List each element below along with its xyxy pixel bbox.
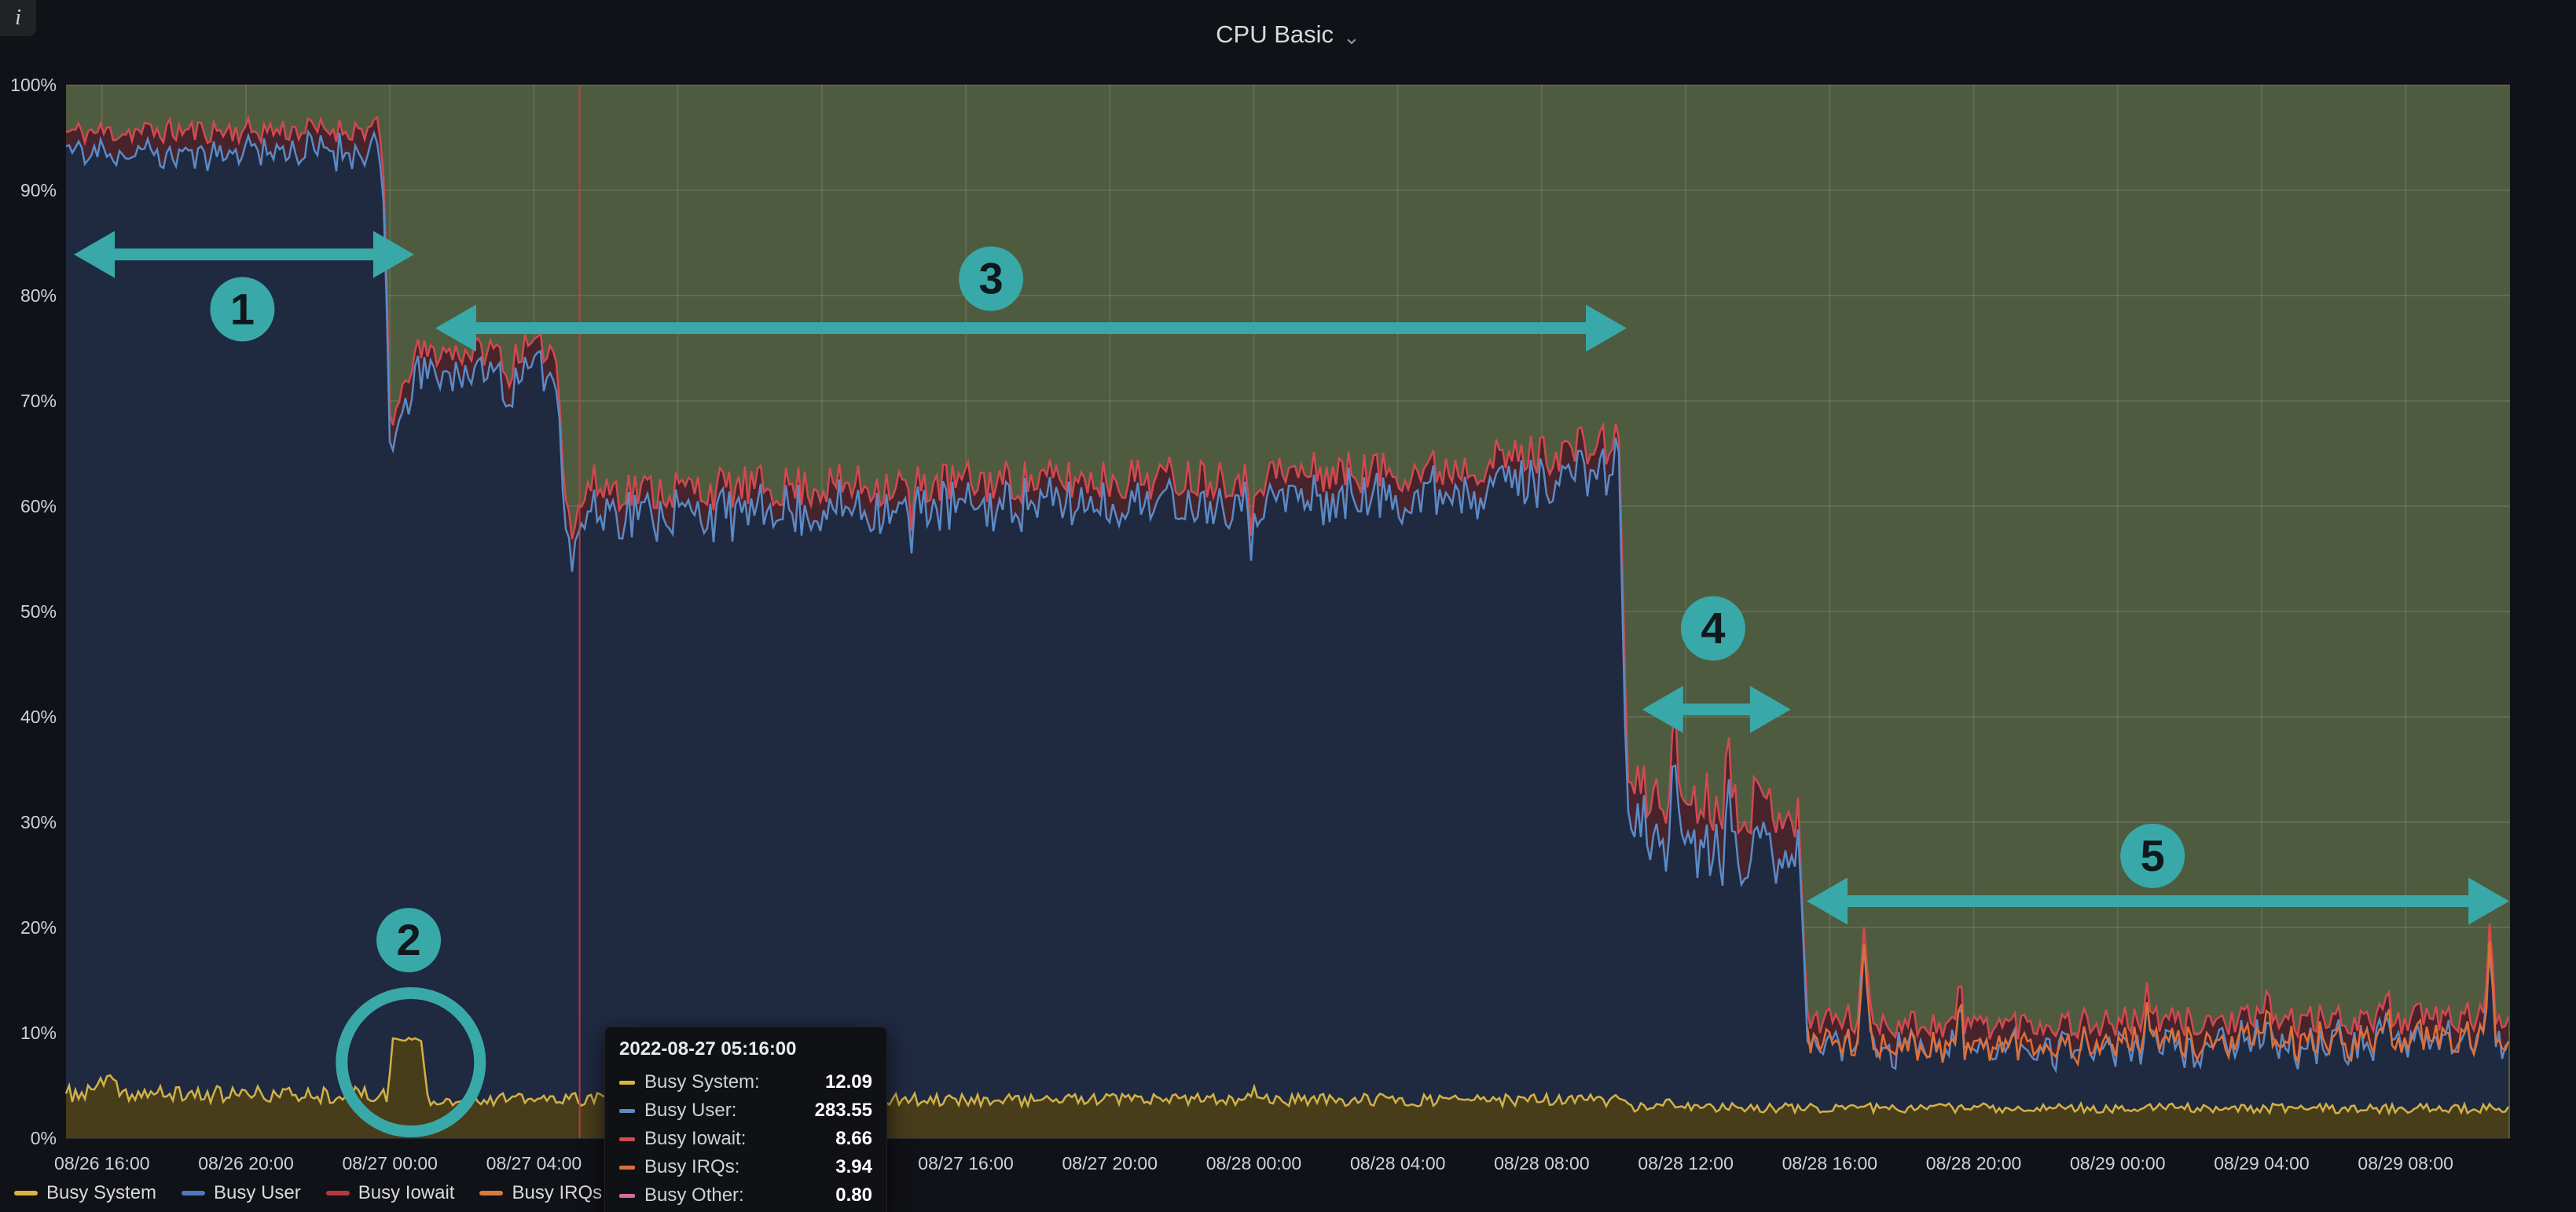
x-axis-label: 08/29 04:00 (2214, 1153, 2310, 1173)
callout-badge-number: 2 (396, 915, 420, 964)
panel-title[interactable]: CPU Basic ⌄ (1216, 20, 1360, 50)
tooltip-series-value: 12.09 (825, 1071, 872, 1093)
x-axis-label: 08/26 16:00 (54, 1153, 150, 1173)
legend-item-busy-system[interactable]: Busy System (14, 1182, 156, 1204)
x-axis-label: 08/27 04:00 (486, 1153, 582, 1173)
tooltip-series-label: Busy Other: (644, 1184, 744, 1206)
y-axis-label: 40% (20, 707, 57, 727)
y-axis-label: 10% (20, 1023, 57, 1043)
y-axis-label: 60% (20, 496, 57, 516)
legend-item-busy-iowait[interactable]: Busy Iowait (326, 1182, 455, 1204)
legend-item-busy-irqs[interactable]: Busy IRQs (479, 1182, 602, 1204)
tooltip-series-label: Busy User: (644, 1100, 736, 1122)
y-axis-label: 30% (20, 812, 57, 832)
y-axis-label: 90% (20, 180, 57, 200)
x-axis-label: 08/29 08:00 (2358, 1153, 2453, 1173)
y-axis-label: 80% (20, 285, 57, 306)
callout-badge-number: 4 (1701, 603, 1725, 652)
x-axis-label: 08/28 00:00 (1206, 1153, 1302, 1173)
legend-label: Busy User (214, 1182, 301, 1204)
tooltip-series-label: Busy IRQs: (644, 1156, 739, 1178)
x-axis-label: 08/28 20:00 (1926, 1153, 2022, 1173)
tooltip-rows: Busy System: 12.09 Busy User: 283.55 Busy Io… (619, 1068, 872, 1210)
series-color-dash-icon (619, 1081, 635, 1085)
tooltip-series-value: 8.66 (835, 1128, 872, 1150)
tooltip-row: Busy User: 283.55 (619, 1096, 872, 1125)
series-color-dash-icon (619, 1109, 635, 1113)
x-axis-label: 08/28 16:00 (1782, 1153, 1878, 1173)
x-axis-label: 08/27 00:00 (342, 1153, 438, 1173)
tooltip-series-value: 283.55 (815, 1100, 872, 1122)
tooltip-series-label: Busy System: (644, 1071, 760, 1093)
legend-item-busy-user[interactable]: Busy User (182, 1182, 301, 1204)
y-axis-label: 70% (20, 391, 57, 411)
panel-header: CPU Basic ⌄ (0, 0, 2576, 69)
x-axis-label: 08/27 16:00 (918, 1153, 1014, 1173)
legend-label: Busy System (46, 1182, 156, 1204)
callout-badge-number: 1 (230, 284, 255, 333)
tooltip-series-value: 0.80 (835, 1184, 872, 1206)
cpu-usage-chart[interactable]: 0% 10% 20% 30% 40% 50% 60% 70% 80% 90% 100% 08/26 1… (0, 0, 2576, 1212)
x-axis-label: 08/26 20:00 (198, 1153, 294, 1173)
chart-legend: Busy System Busy User Busy Iowait Busy IRQs (14, 1182, 602, 1204)
x-axis-label: 08/28 08:00 (1494, 1153, 1590, 1173)
y-axis-label: 0% (31, 1128, 57, 1148)
tooltip-row: Busy IRQs: 3.94 (619, 1153, 872, 1181)
legend-swatch-icon (326, 1191, 350, 1195)
chart-tooltip: 2022-08-27 05:16:00 Busy System:12.09Bus… (604, 1027, 887, 1212)
tooltip-row: Busy System: 12.09 (619, 1068, 872, 1096)
legend-swatch-icon (14, 1191, 38, 1195)
legend-swatch-icon (182, 1191, 205, 1195)
callout-badge-number: 3 (979, 254, 1004, 303)
legend-label: Busy IRQs (512, 1182, 602, 1204)
x-axis-label: 08/28 12:00 (1638, 1153, 1734, 1173)
panel-title-text: CPU Basic (1216, 20, 1334, 49)
y-axis-label: 50% (20, 601, 57, 622)
grafana-cpu-panel: i CPU Basic ⌄ 0% 10% 20% 30% 40% 50% 60% 70% 80%… (0, 0, 2576, 1212)
tooltip-row: Busy Other: 0.80 (619, 1181, 872, 1210)
series-color-dash-icon (619, 1166, 635, 1170)
series-color-dash-icon (619, 1194, 635, 1198)
callout-badge-number: 5 (2141, 831, 2165, 880)
tooltip-row: Busy Iowait: 8.66 (619, 1125, 872, 1153)
tooltip-series-label: Busy Iowait: (644, 1128, 746, 1150)
y-axis-label: 20% (20, 917, 57, 938)
tooltip-series-value: 3.94 (835, 1156, 872, 1178)
x-axis-label: 08/29 00:00 (2070, 1153, 2166, 1173)
info-icon: i (15, 6, 21, 31)
x-axis-label: 08/28 04:00 (1350, 1153, 1446, 1173)
tooltip-timestamp: 2022-08-27 05:16:00 (619, 1038, 872, 1060)
series-color-dash-icon (619, 1137, 635, 1141)
legend-label: Busy Iowait (358, 1182, 455, 1204)
y-axis-label: 100% (10, 75, 57, 95)
chevron-down-icon: ⌄ (1343, 25, 1360, 50)
panel-info-icon[interactable]: i (0, 0, 36, 36)
x-axis-label: 08/27 20:00 (1062, 1153, 1158, 1173)
legend-swatch-icon (479, 1191, 503, 1195)
